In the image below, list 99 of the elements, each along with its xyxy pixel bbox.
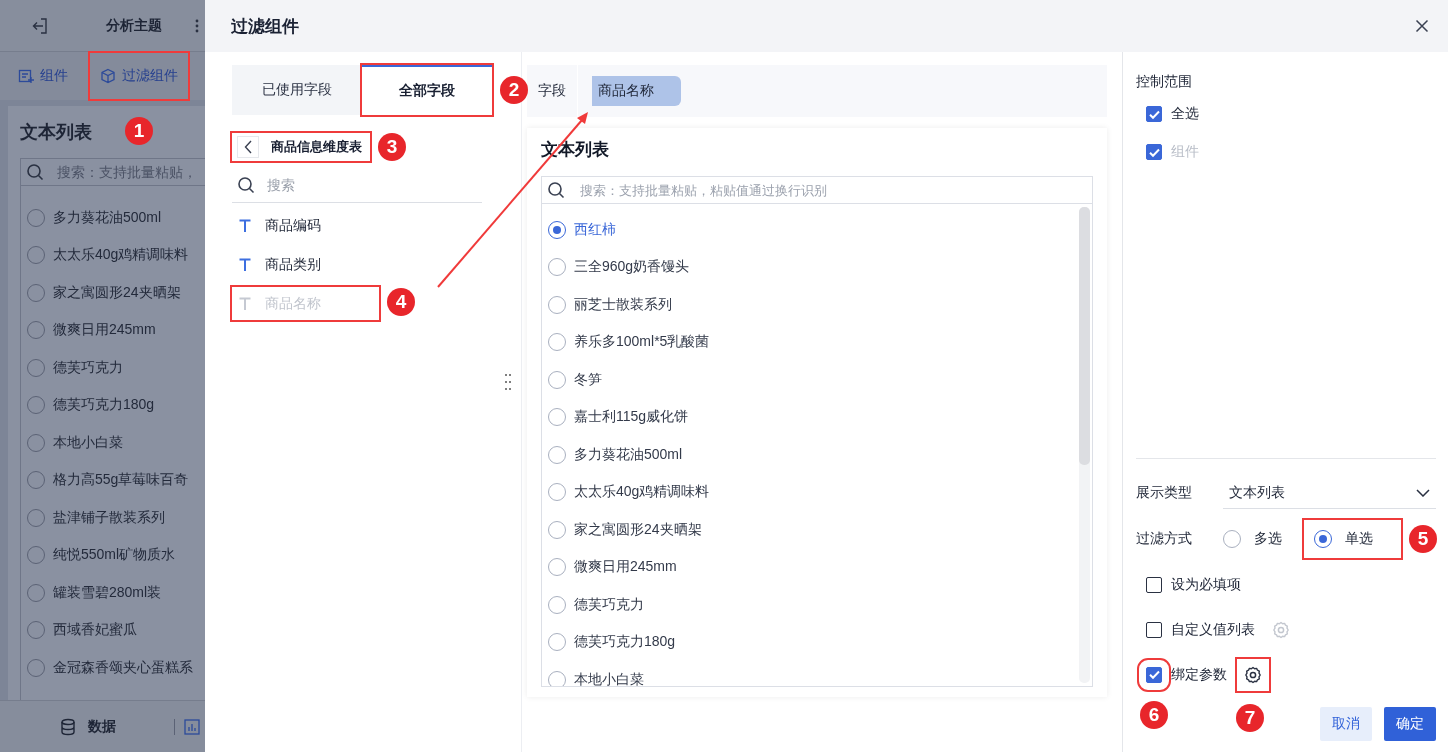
- settings-icon: [1272, 620, 1290, 639]
- option-label: 太太乐40g鸡精调味料: [574, 483, 710, 502]
- option-label: 本地小白菜: [574, 670, 644, 686]
- text-type-icon: [239, 219, 251, 232]
- radio-button[interactable]: [548, 520, 566, 539]
- radio-button[interactable]: [548, 483, 566, 502]
- chevron-left-icon: [244, 140, 252, 154]
- search-icon: [237, 176, 255, 194]
- field-item[interactable]: 商品类别: [232, 248, 379, 281]
- radio-button[interactable]: [548, 558, 566, 577]
- option-label: 家之寓圆形24夹晒架: [574, 520, 702, 539]
- radio-button[interactable]: [548, 595, 566, 614]
- preview-title: 文本列表: [541, 139, 610, 161]
- radio-button[interactable]: [548, 220, 566, 239]
- tab[interactable]: 已使用字段: [232, 65, 362, 115]
- confirm-button[interactable]: 确定: [1384, 707, 1436, 741]
- component-icon: [18, 68, 34, 84]
- drag-handle-icon: [504, 373, 512, 391]
- field-item[interactable]: 商品编码: [232, 209, 379, 242]
- radio-button[interactable]: [548, 370, 566, 389]
- section-title: 控制范围: [1136, 72, 1193, 91]
- radio-button[interactable]: [548, 670, 566, 686]
- cube-icon: [100, 68, 116, 84]
- scrollbar-thumb[interactable]: [1079, 207, 1090, 465]
- text-type-icon: [239, 258, 251, 271]
- field-chip[interactable]: 商品名称: [592, 76, 681, 106]
- callout-badge: 4: [387, 287, 415, 316]
- chevron-down-icon: [1416, 488, 1430, 497]
- text-type-icon: [239, 297, 251, 310]
- option-label: 金冠森香颂夹心蛋糕系: [53, 658, 193, 677]
- checkbox-label: 绑定参数: [1171, 665, 1227, 684]
- dropdown[interactable]: 文本列表: [1223, 477, 1436, 509]
- checkbox-label: 自定义值列表: [1171, 620, 1255, 639]
- field-label: 字段: [537, 82, 567, 100]
- option-label: 西红柿: [574, 220, 616, 239]
- tab[interactable]: 全部字段: [362, 65, 492, 115]
- option-label: 德芙巧克力180g: [574, 633, 676, 652]
- form-label: 过滤方式: [1136, 530, 1193, 548]
- cancel-button[interactable]: 取消: [1320, 707, 1372, 741]
- bottom-tab[interactable]: 数据: [60, 717, 116, 736]
- option-label: 德芙巧克力: [574, 595, 644, 614]
- option-label: 纯悦550ml矿物质水: [53, 546, 176, 565]
- scrollbar[interactable]: [1079, 207, 1090, 683]
- option-label: 微爽日用245mm: [574, 558, 677, 577]
- dialog-title: 过滤组件: [231, 15, 299, 38]
- radio-button[interactable]: [1223, 530, 1241, 548]
- option-label: 德芙巧克力: [53, 358, 123, 377]
- option-label: 德芙巧克力180g: [53, 396, 155, 415]
- callout-badge: 6: [1140, 700, 1168, 729]
- option-label: 微爽日用245mm: [53, 321, 156, 340]
- option-label: 太太乐40g鸡精调味料: [53, 246, 189, 265]
- checkbox[interactable]: [1146, 576, 1162, 593]
- option-label: 三全960g奶香馒头: [574, 258, 690, 277]
- checkbox-label: 设为必填项: [1171, 575, 1241, 594]
- settings-icon: [1244, 665, 1262, 684]
- radio-button[interactable]: [548, 295, 566, 314]
- option-label: 嘉士利115g威化饼: [574, 408, 689, 427]
- callout-badge: 5: [1409, 525, 1437, 553]
- more-icon: [195, 18, 199, 33]
- option-label: 本地小白菜: [53, 433, 123, 452]
- radio-button[interactable]: [548, 408, 566, 427]
- radio-label: 多选: [1254, 530, 1282, 548]
- check-icon: [1147, 668, 1161, 681]
- option-label: 养乐多100ml*5乳酸菌: [574, 333, 710, 352]
- radio-button[interactable]: [548, 333, 566, 352]
- option-label: 罐装雪碧280ml装: [53, 583, 162, 602]
- radio-button[interactable]: [548, 445, 566, 464]
- option-label: 盐津铺子散装系列: [53, 508, 165, 527]
- callout-badge: 3: [378, 133, 406, 161]
- option-label: 格力高55g草莓味百奇: [53, 471, 189, 490]
- option-label: 家之寓圆形24夹晒架: [53, 283, 181, 302]
- chart-icon: [184, 718, 200, 735]
- option-label: 丽芝士散装系列: [574, 295, 672, 314]
- checkbox-label: 组件: [1171, 143, 1199, 161]
- radio-button[interactable]: [548, 633, 566, 652]
- radio-label: 单选: [1345, 530, 1373, 548]
- database-icon: [60, 717, 76, 736]
- app-title: 分析主题: [106, 16, 162, 35]
- callout-badge: 2: [500, 76, 528, 104]
- table-name: 商品信息维度表: [271, 138, 362, 156]
- panel-title: 文本列表: [20, 121, 92, 144]
- checkbox-label: 全选: [1171, 105, 1199, 123]
- back-button[interactable]: [237, 136, 259, 158]
- search-icon: [26, 163, 44, 181]
- option-label: 多力葵花油500ml: [53, 208, 162, 227]
- option-label: 西域香妃蜜瓜: [53, 621, 137, 640]
- option-label: 多力葵花油500ml: [574, 445, 683, 464]
- checkbox[interactable]: [1146, 621, 1162, 638]
- callout-badge: 7: [1236, 703, 1264, 732]
- exit-icon: [31, 16, 49, 35]
- radio-button[interactable]: [548, 258, 566, 277]
- close-icon: [1415, 19, 1429, 33]
- dropdown-value: 文本列表: [1229, 483, 1285, 502]
- checkbox[interactable]: [1146, 106, 1162, 122]
- option-label: 冬笋: [574, 370, 602, 389]
- radio-button[interactable]: [1314, 530, 1332, 548]
- search-field[interactable]: 搜索：支持批量粘贴，: [20, 158, 205, 186]
- form-label: 展示类型: [1136, 484, 1193, 502]
- search-icon: [547, 181, 565, 199]
